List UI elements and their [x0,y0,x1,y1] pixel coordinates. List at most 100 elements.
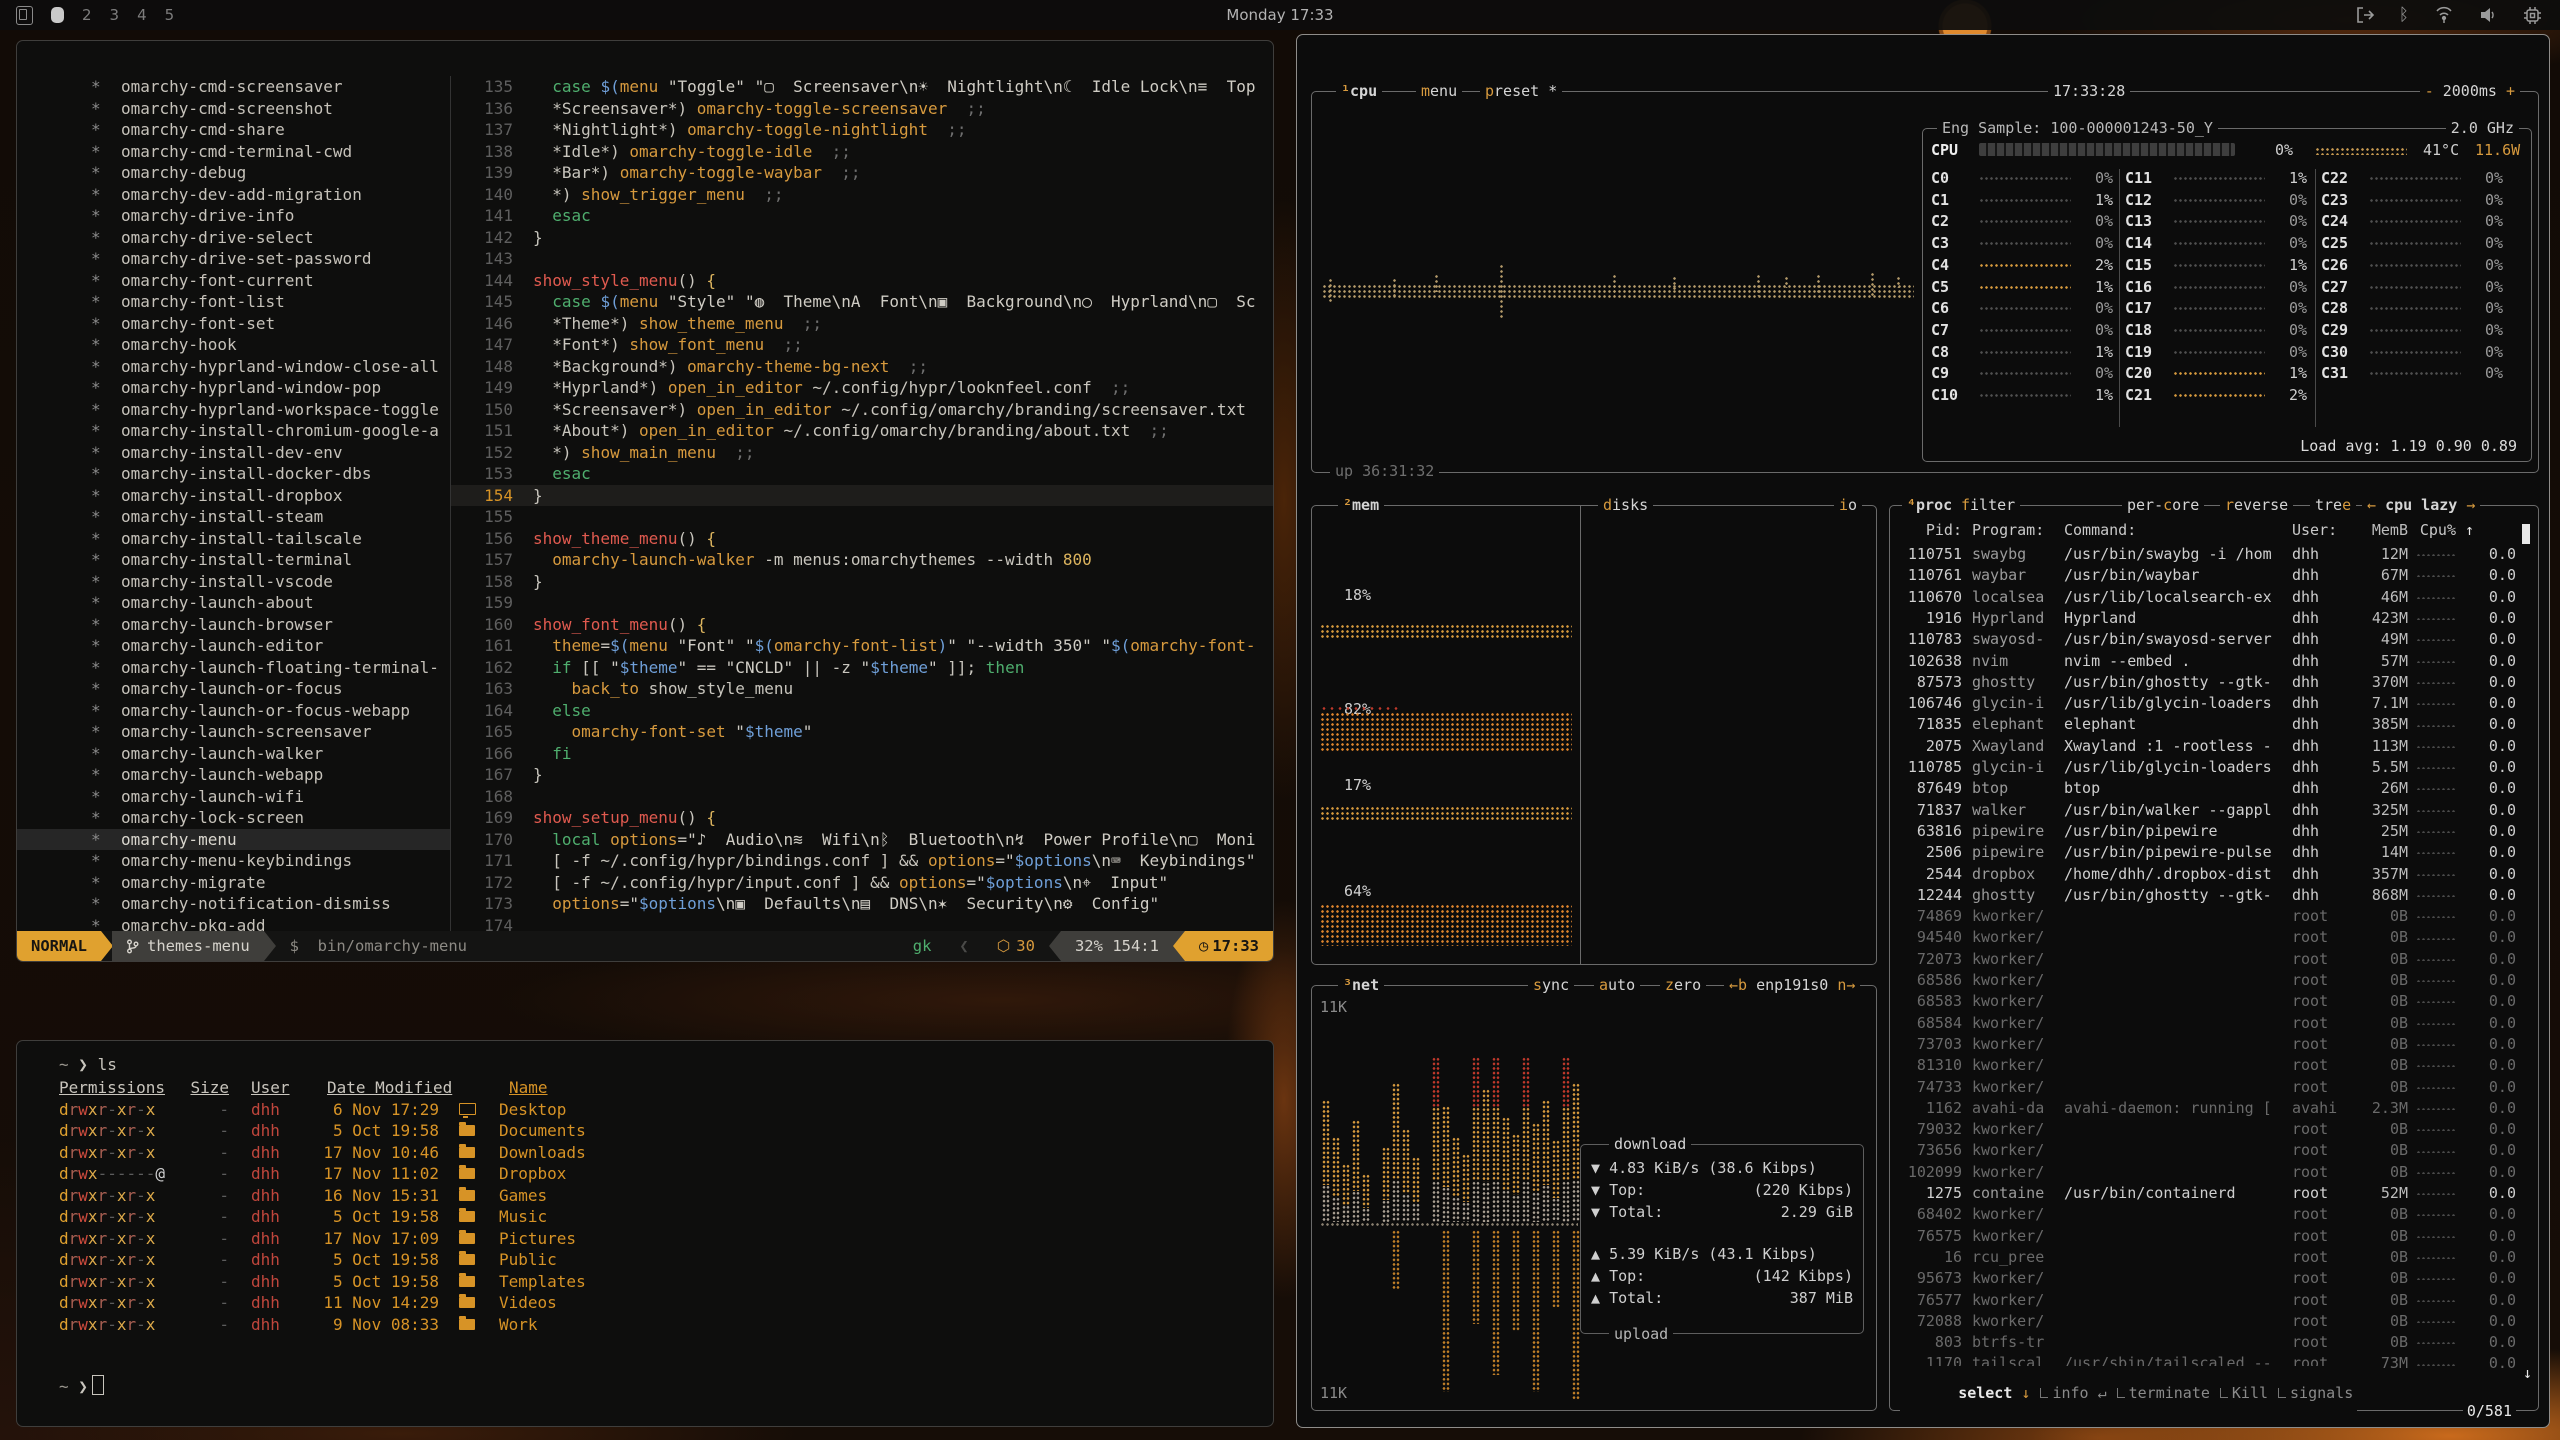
proc-reverse[interactable]: reverse [2220,496,2293,514]
code-line[interactable]: 154} [451,485,1273,507]
proc-sort[interactable]: ← cpu lazy → [2362,496,2480,514]
process-row[interactable]: 1916HyprlandHyprlanddhh423M0.0 [1898,608,2516,629]
net-interface[interactable]: ←b enp191s0 n→ [1724,976,1860,994]
proc-scroll-down-icon[interactable]: ↓ [2523,1364,2532,1382]
process-row[interactable]: 74733kworker/root0B0.0 [1898,1077,2516,1098]
file-list-item[interactable]: *omarchy-drive-info [17,205,450,227]
process-row[interactable]: 2075XwaylandXwayland :1 -rootless -dhh11… [1898,736,2516,757]
net-zero-toggle[interactable]: zero [1660,976,1706,994]
process-row[interactable]: 68583kworker/root0B0.0 [1898,991,2516,1012]
code-line[interactable]: 161 theme=$(menu "Font" "$(omarchy-font-… [451,635,1273,657]
file-list-item[interactable]: *omarchy-install-terminal [17,549,450,571]
process-row[interactable]: 1275containe/usr/bin/containerdroot52M0.… [1898,1183,2516,1204]
file-list-item[interactable]: *omarchy-notification-dismiss [17,893,450,915]
code-line[interactable]: 156show_theme_menu() { [451,528,1273,550]
disks-title[interactable]: disks [1598,496,1653,514]
io-toggle[interactable]: io [1834,496,1862,514]
cpu-box-title[interactable]: ¹cpu [1336,82,1382,100]
code-line[interactable]: 163 back_to show_style_menu [451,678,1273,700]
code-line[interactable]: 168 [451,786,1273,808]
code-line[interactable]: 171 [ -f ~/.config/hypr/bindings.conf ] … [451,850,1273,872]
file-list-item[interactable]: *omarchy-hyprland-workspace-toggle [17,399,450,421]
file-list-item[interactable]: *omarchy-hyprland-window-close-all [17,356,450,378]
process-row[interactable]: 76577kworker/root0B0.0 [1898,1290,2516,1311]
process-row[interactable]: 95673kworker/root0B0.0 [1898,1268,2516,1289]
volume-icon[interactable] [2479,6,2499,24]
code-line[interactable]: 138 *Idle*) omarchy-toggle-idle ;; [451,141,1273,163]
dir-name[interactable]: Desktop [499,1099,566,1121]
proc-col-header[interactable]: Cpu% [2408,520,2456,541]
code-line[interactable]: 160show_font_menu() { [451,614,1273,636]
process-row[interactable]: 1162avahi-daavahi-daemon: running [avahi… [1898,1098,2516,1119]
dir-name[interactable]: Music [499,1206,547,1228]
code-line[interactable]: 139 *Bar*) omarchy-toggle-waybar ;; [451,162,1273,184]
dir-name[interactable]: Pictures [499,1228,576,1250]
process-row[interactable]: 94540kworker/root0B0.0 [1898,927,2516,948]
file-list-item[interactable]: *omarchy-install-tailscale [17,528,450,550]
code-line[interactable]: 142} [451,227,1273,249]
dir-name[interactable]: Games [499,1185,547,1207]
code-line[interactable]: 155 [451,506,1273,528]
code-line[interactable]: 152 *) show_main_menu ;; [451,442,1273,464]
code-line[interactable]: 159 [451,592,1273,614]
process-row[interactable]: 2544dropbox/home/dhh/.dropbox-distdhh357… [1898,864,2516,885]
code-line[interactable]: 148 *Background*) omarchy-theme-bg-next … [451,356,1273,378]
process-row[interactable]: 68402kworker/root0B0.0 [1898,1204,2516,1225]
process-row[interactable]: 73703kworker/root0B0.0 [1898,1034,2516,1055]
wifi-icon[interactable] [2433,6,2455,24]
process-row[interactable]: 87573ghostty/usr/bin/ghostty --gtk-dhh37… [1898,672,2516,693]
file-list-item[interactable]: *omarchy-launch-or-focus [17,678,450,700]
code-line[interactable]: 146 *Theme*) show_theme_menu ;; [451,313,1273,335]
process-row[interactable]: 71837walker/usr/bin/walker --gappldhh325… [1898,800,2516,821]
menu-button[interactable]: menu [1416,82,1462,100]
proc-per-core[interactable]: per-core [2122,496,2204,514]
file-list-item[interactable]: *omarchy-cmd-screensaver [17,76,450,98]
net-auto-toggle[interactable]: auto [1594,976,1640,994]
process-row[interactable]: 106746glycin-i/usr/lib/glycin-loadersdhh… [1898,693,2516,714]
file-list-item[interactable]: *omarchy-hook [17,334,450,356]
proc-tree[interactable]: tree [2310,496,2356,514]
file-list-item[interactable]: *omarchy-drive-set-password [17,248,450,270]
code-line[interactable]: 149 *Hyprland*) open_in_editor ~/.config… [451,377,1273,399]
process-row[interactable]: 12244ghostty/usr/bin/ghostty --gtk-dhh86… [1898,885,2516,906]
proc-box-title[interactable]: ⁴proc [1902,496,1957,514]
file-list-item[interactable]: *omarchy-drive-select [17,227,450,249]
file-list-item[interactable]: *omarchy-launch-floating-terminal- [17,657,450,679]
process-row[interactable]: 68586kworker/root0B0.0 [1898,970,2516,991]
logout-icon[interactable] [2355,6,2375,24]
dir-name[interactable]: Work [499,1314,538,1336]
mem-box-title[interactable]: ²mem [1338,496,1384,514]
process-row[interactable]: 72073kworker/root0B0.0 [1898,949,2516,970]
code-line[interactable]: 137 *Nightlight*) omarchy-toggle-nightli… [451,119,1273,141]
file-list-item[interactable]: *omarchy-install-chromium-google-a [17,420,450,442]
process-row[interactable]: 102099kworker/root0B0.0 [1898,1162,2516,1183]
code-line[interactable]: 169show_setup_menu() { [451,807,1273,829]
file-list-item[interactable]: *omarchy-install-vscode [17,571,450,593]
file-list-item[interactable]: *omarchy-launch-wifi [17,786,450,808]
interval-plus[interactable]: + [2506,82,2515,100]
proc-scrollbar-thumb[interactable] [2522,524,2530,544]
code-line[interactable]: 167} [451,764,1273,786]
process-row[interactable]: 2506pipewire/usr/bin/pipewire-pulsedhh14… [1898,842,2516,863]
dir-name[interactable]: Videos [499,1292,557,1314]
dir-name[interactable]: Documents [499,1120,586,1142]
code-line[interactable]: 150 *Screensaver*) open_in_editor ~/.con… [451,399,1273,421]
process-row[interactable]: 68584kworker/root0B0.0 [1898,1013,2516,1034]
net-next-iface[interactable]: n→ [1837,976,1855,994]
process-row[interactable]: 74869kworker/root0B0.0 [1898,906,2516,927]
process-row[interactable]: 16rcu_preeroot0B0.0 [1898,1247,2516,1268]
code-line[interactable]: 158} [451,571,1273,593]
file-list-item[interactable]: *omarchy-cmd-screenshot [17,98,450,120]
process-row[interactable]: 73656kworker/root0B0.0 [1898,1140,2516,1161]
code-line[interactable]: 153 esac [451,463,1273,485]
code-line[interactable]: 144show_style_menu() { [451,270,1273,292]
code-line[interactable]: 164 else [451,700,1273,722]
file-list-item[interactable]: *omarchy-lock-screen [17,807,450,829]
process-row[interactable]: 110783swayosd-/usr/bin/swayosd-serverdhh… [1898,629,2516,650]
code-line[interactable]: 157 omarchy-launch-walker -m menus:omarc… [451,549,1273,571]
net-sync-toggle[interactable]: sync [1528,976,1574,994]
code-line[interactable]: 166 fi [451,743,1273,765]
code-line[interactable]: 165 omarchy-font-set "$theme" [451,721,1273,743]
process-row[interactable]: 79032kworker/root0B0.0 [1898,1119,2516,1140]
file-list-item[interactable]: *omarchy-launch-screensaver [17,721,450,743]
